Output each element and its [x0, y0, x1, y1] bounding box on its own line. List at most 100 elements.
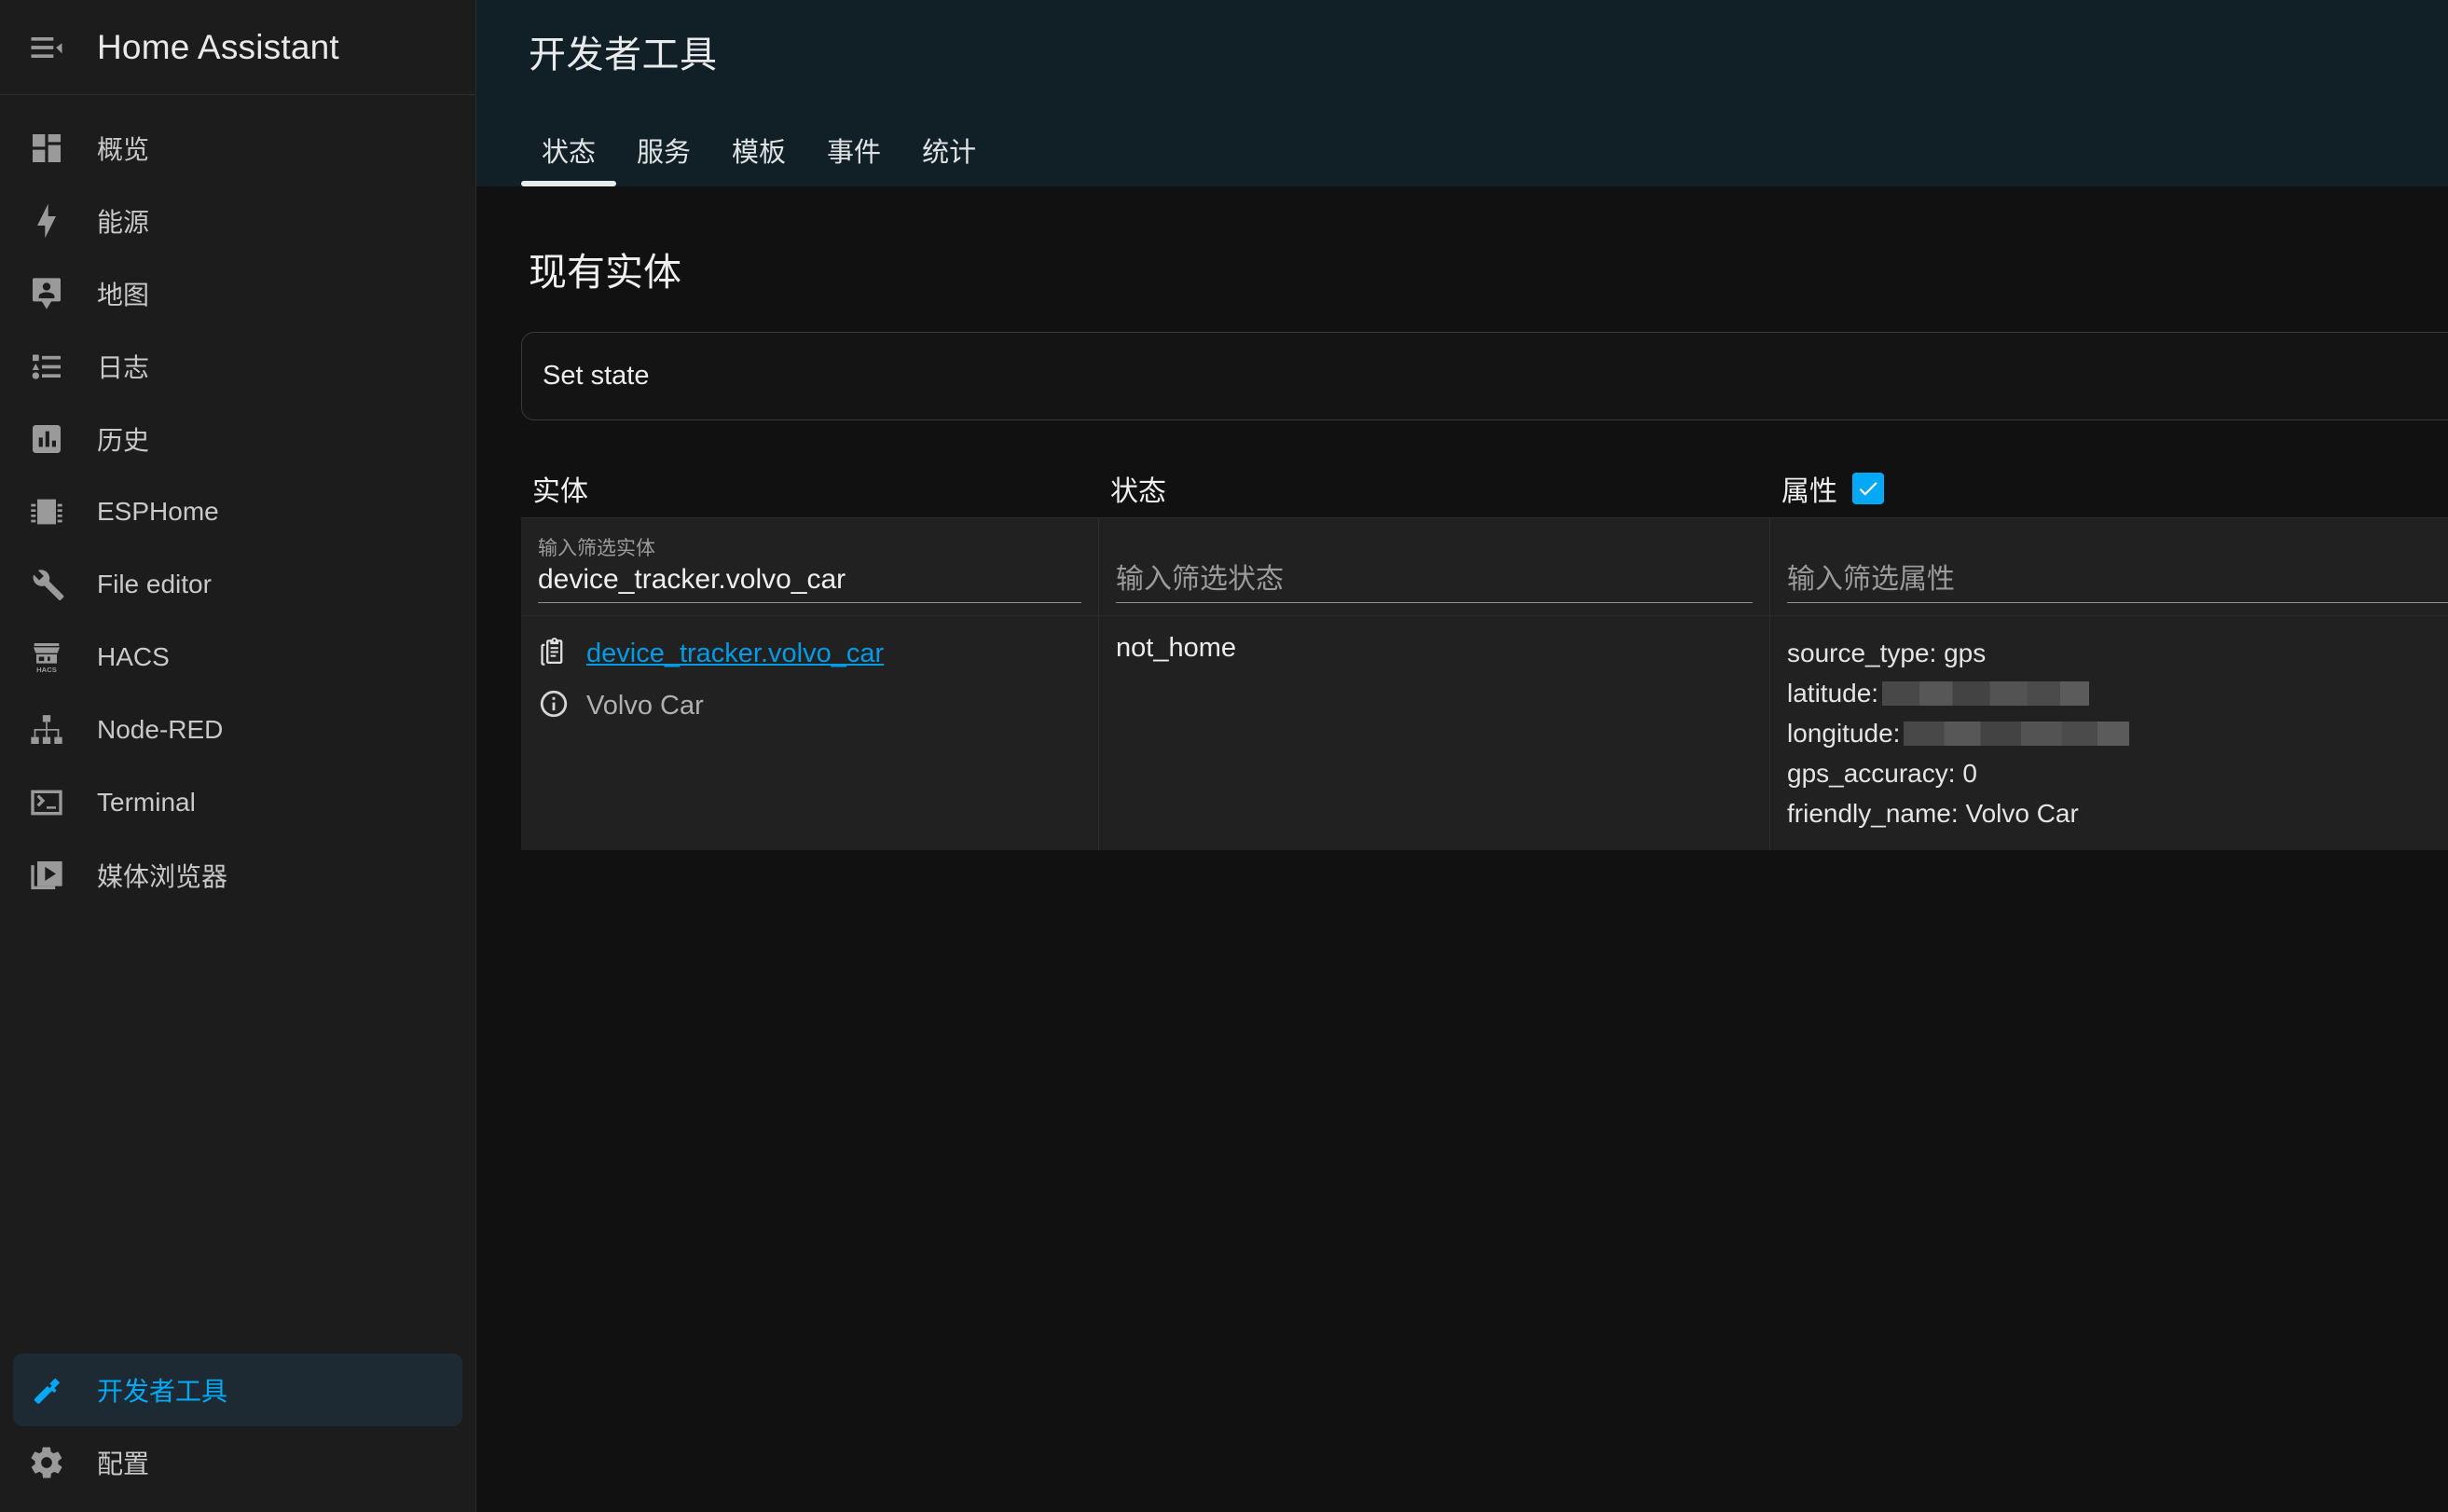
states-panel: 现有实体 Set state 实体 状态 属性 输入筛选实体 device_tr…: [476, 241, 2448, 850]
tab-states[interactable]: 状态: [521, 114, 617, 186]
sidebar-bottom-nav: 开发者工具 配置: [0, 1354, 475, 1512]
attribute-key: gps_accuracy: [1787, 759, 1948, 788]
sidebar-item-file-editor[interactable]: File editor: [13, 548, 462, 621]
sidebar-header: Home Assistant: [0, 0, 475, 95]
format-list-bulleted-type-icon: [13, 348, 80, 385]
sidebar-item-label: 开发者工具: [97, 1377, 228, 1406]
attributes-filter-cell[interactable]: 输入筛选属性: [1770, 518, 2448, 615]
column-header-attributes: 属性: [1770, 468, 2448, 509]
entity-state-value: not_home: [1116, 633, 1236, 663]
redacted-value: [1904, 721, 2130, 746]
sidebar-item-label: 配置: [97, 1450, 150, 1478]
attribute-line: source_type: gps: [1787, 633, 2448, 673]
entity-id-link[interactable]: device_tracker.volvo_car: [586, 639, 884, 669]
entity-filter-input[interactable]: device_tracker.volvo_car: [538, 564, 1081, 603]
sidebar-item-label: 能源: [97, 208, 150, 237]
sidebar-item-node-red[interactable]: Node-RED: [13, 694, 462, 766]
attribute-key: source_type: [1787, 639, 1930, 667]
tab-bar: 状态 服务 模板 事件 统计: [521, 104, 2403, 186]
attribute-sep: :: [1892, 719, 1901, 748]
attribute-line: gps_accuracy: 0: [1787, 753, 2448, 793]
row-attributes-cell: source_type: gps latitude: longitude: gp…: [1770, 616, 2448, 850]
cog-icon: [13, 1444, 80, 1481]
entity-filter-label: 输入筛选实体: [538, 538, 655, 559]
state-filter-cell[interactable]: 输入筛选状态: [1099, 518, 1770, 615]
page-title: 开发者工具: [529, 34, 718, 76]
sidebar-item-label: 地图: [97, 281, 150, 309]
attributes-checkbox[interactable]: [1852, 473, 1884, 504]
sidebar-item-overview[interactable]: 概览: [13, 112, 462, 185]
sidebar-item-label: Terminal: [97, 788, 196, 817]
view-dashboard-icon: [13, 130, 80, 167]
hacs-store-icon: HACS: [13, 639, 80, 676]
column-header-attributes-label: 属性: [1781, 476, 1837, 507]
sidebar-item-label: File editor: [97, 570, 212, 598]
sidebar-item-esphome[interactable]: ESPHome: [13, 475, 462, 548]
svg-text:HACS: HACS: [36, 666, 57, 674]
sidebar-item-developer-tools[interactable]: 开发者工具: [13, 1354, 462, 1426]
sidebar-nav: 概览 能源 地图 日志 历史 ESPHome File editor HACS …: [0, 95, 475, 1133]
entity-info-line: Volvo Car: [538, 683, 1081, 728]
section-title: 现有实体: [529, 251, 681, 294]
sidebar-item-logbook[interactable]: 日志: [13, 330, 462, 403]
page-header: 开发者工具 状态 服务 模板 事件 统计: [476, 0, 2448, 186]
sidebar-item-map[interactable]: 地图: [13, 257, 462, 330]
tab-template[interactable]: 模板: [711, 114, 806, 186]
chip-icon: [13, 493, 80, 530]
attribute-value: Volvo Car: [1965, 799, 2079, 828]
hammer-icon: [13, 1371, 80, 1409]
play-box-multiple-icon: [13, 857, 80, 894]
attribute-value: 0: [1962, 759, 1977, 788]
tab-services[interactable]: 服务: [616, 114, 711, 186]
tab-statistics[interactable]: 统计: [901, 114, 997, 186]
attribute-value: gps: [1944, 639, 1987, 667]
menu-open-icon[interactable]: [0, 1, 93, 94]
row-state-cell: not_home: [1099, 616, 1770, 850]
sidebar-item-label: 历史: [97, 426, 150, 455]
sidebar-item-label: 概览: [97, 135, 150, 164]
entities-table: 实体 状态 属性 输入筛选实体 device_tracker.volvo_car: [521, 460, 2448, 850]
attribute-key: longitude: [1787, 719, 1893, 748]
attribute-key: latitude: [1787, 679, 1872, 708]
entity-friendly-name: Volvo Car: [586, 690, 704, 721]
state-filter-input[interactable]: 输入筛选状态: [1116, 564, 1753, 603]
app-title: Home Assistant: [97, 27, 339, 66]
redacted-value: [1882, 680, 2090, 706]
attributes-filter-input[interactable]: 输入筛选属性: [1787, 564, 2448, 603]
chart-box-icon: [13, 420, 80, 458]
sidebar-item-energy[interactable]: 能源: [13, 185, 462, 257]
sidebar-item-terminal[interactable]: Terminal: [13, 766, 462, 839]
tab-events[interactable]: 事件: [806, 114, 901, 186]
row-entity-cell: device_tracker.volvo_car Volvo Car: [521, 616, 1099, 850]
information-outline-icon[interactable]: [538, 688, 570, 724]
sidebar-item-label: HACS: [97, 642, 170, 671]
set-state-card[interactable]: Set state: [521, 332, 2448, 420]
table-filter-row: 输入筛选实体 device_tracker.volvo_car 输入筛选状态 输…: [521, 517, 2448, 615]
column-header-entity: 实体: [532, 476, 588, 507]
sidebar-item-history[interactable]: 历史: [13, 403, 462, 475]
sidebar-item-label: 媒体浏览器: [97, 862, 228, 891]
attribute-line: latitude:: [1787, 673, 2448, 713]
attribute-sep: :: [1929, 639, 1945, 667]
main-content: 开发者工具 状态 服务 模板 事件 统计 现有实体 Set state 实体 状…: [476, 0, 2448, 1512]
clipboard-text-icon[interactable]: [538, 636, 570, 672]
sitemap-icon: [13, 711, 80, 749]
sidebar-item-settings[interactable]: 配置: [13, 1426, 462, 1499]
sidebar-item-hacs[interactable]: HACS HACS: [13, 621, 462, 694]
map-marker-account-icon: [13, 275, 80, 312]
entity-filter-cell[interactable]: 输入筛选实体 device_tracker.volvo_car: [521, 518, 1099, 615]
sidebar-item-media-browser[interactable]: 媒体浏览器: [13, 839, 462, 912]
attribute-line: friendly_name: Volvo Car: [1787, 793, 2448, 833]
attribute-line: longitude:: [1787, 713, 2448, 753]
attribute-sep: :: [1950, 799, 1966, 828]
table-row: device_tracker.volvo_car Volvo Car not_h…: [521, 615, 2448, 850]
sidebar-item-label: Node-RED: [97, 715, 224, 744]
attribute-sep: :: [1871, 679, 1879, 708]
app-root: Home Assistant 概览 能源 地图 日志 历史 ESPHome Fi…: [0, 0, 2448, 1512]
table-header-row: 实体 状态 属性: [521, 460, 2448, 517]
column-header-state: 状态: [1110, 476, 1166, 507]
lightning-bolt-icon: [13, 202, 80, 240]
set-state-label: Set state: [543, 361, 650, 391]
attribute-sep: :: [1947, 759, 1963, 788]
